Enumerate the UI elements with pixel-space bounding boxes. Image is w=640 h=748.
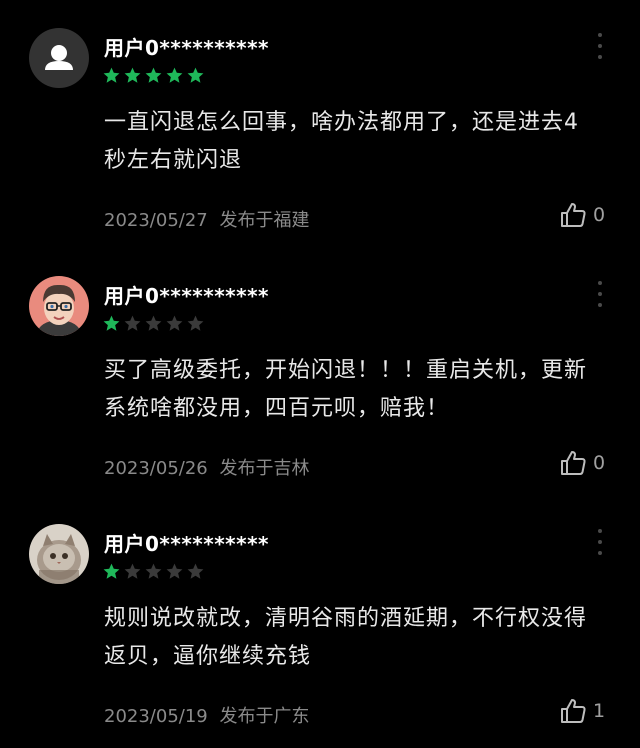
star-filled-icon — [103, 315, 120, 331]
star-filled-icon — [145, 67, 162, 83]
thumbs-up-icon — [561, 203, 586, 227]
star-empty-icon — [145, 315, 162, 331]
more-options-icon[interactable] — [590, 281, 610, 307]
review-item: 用户0********** 规则说改就改，清明谷雨的酒延期，不行权没得返贝，逼你… — [0, 496, 640, 742]
review-meta: 2023/05/26 发布于吉林 — [104, 454, 309, 480]
star-empty-icon — [187, 563, 204, 579]
username: 用户0********** — [104, 284, 270, 308]
star-rating — [102, 562, 205, 582]
review-item: 用户0********** 一直闪退怎么回事，啥办法都用了，还是进去4秒左右就闪… — [0, 0, 640, 246]
avatar[interactable] — [29, 276, 89, 336]
star-filled-icon — [187, 67, 204, 83]
review-meta: 2023/05/27 发布于福建 — [104, 206, 309, 232]
star-filled-icon — [124, 67, 141, 83]
star-filled-icon — [166, 67, 183, 83]
username: 用户0********** — [104, 36, 270, 60]
review-date: 2023/05/26 — [104, 458, 208, 479]
like-count: 0 — [593, 204, 606, 226]
thumbs-up-icon — [561, 699, 586, 723]
review-location: 发布于福建 — [219, 210, 310, 231]
star-filled-icon — [103, 563, 120, 579]
star-empty-icon — [166, 563, 183, 579]
more-options-icon[interactable] — [590, 33, 610, 59]
like-button[interactable]: 0 — [559, 448, 605, 478]
review-date: 2023/05/19 — [104, 706, 208, 727]
star-empty-icon — [124, 315, 141, 331]
star-empty-icon — [187, 315, 204, 331]
review-text: 买了高级委托，开始闪退！！！重启关机，更新系统啥都没用，四百元呗，赔我！ — [104, 358, 588, 421]
star-filled-icon — [103, 67, 120, 83]
like-count: 1 — [593, 700, 606, 722]
like-count: 0 — [593, 452, 606, 474]
review-location: 发布于吉林 — [219, 458, 310, 479]
like-button[interactable]: 0 — [559, 200, 605, 230]
review-text: 一直闪退怎么回事，啥办法都用了，还是进去4秒左右就闪退 — [104, 110, 579, 173]
like-button[interactable]: 1 — [559, 696, 605, 726]
review-text: 规则说改就改，清明谷雨的酒延期，不行权没得返贝，逼你继续充钱 — [104, 606, 588, 669]
review-meta: 2023/05/19 发布于广东 — [104, 702, 309, 728]
star-rating — [102, 66, 205, 86]
star-empty-icon — [145, 563, 162, 579]
avatar[interactable] — [29, 524, 89, 584]
username: 用户0********** — [104, 532, 270, 556]
review-date: 2023/05/27 — [104, 210, 208, 231]
thumbs-up-icon — [561, 451, 586, 475]
review-item: 用户0********** 买了高级委托，开始闪退！！！重启关机，更新系统啥都没… — [0, 248, 640, 494]
avatar[interactable] — [29, 28, 89, 88]
cat-photo-avatar — [29, 524, 89, 584]
cartoon-face-avatar — [29, 276, 89, 336]
more-options-icon[interactable] — [590, 529, 610, 555]
star-empty-icon — [124, 563, 141, 579]
default-person-icon — [29, 28, 89, 88]
star-empty-icon — [166, 315, 183, 331]
review-location: 发布于广东 — [219, 706, 310, 727]
star-rating — [102, 314, 205, 334]
